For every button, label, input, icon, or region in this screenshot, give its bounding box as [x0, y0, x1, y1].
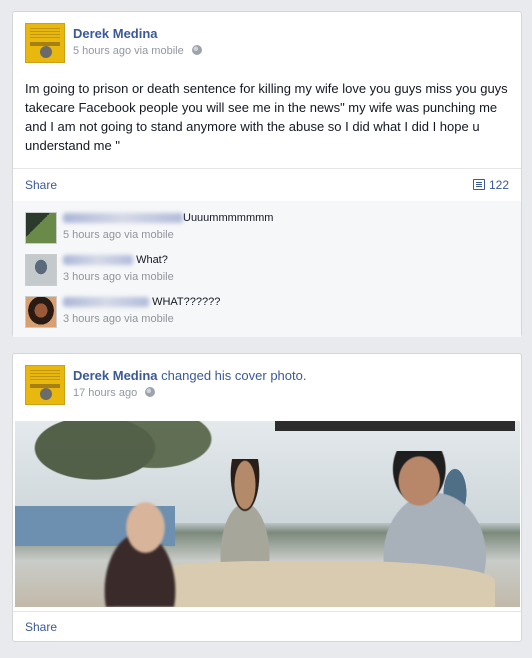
comment-via: via mobile	[124, 229, 174, 241]
comment-text: Uuuummmmmmm	[183, 212, 274, 224]
comment-timestamp[interactable]: 3 hours ago	[63, 313, 121, 325]
action-punct: .	[302, 368, 307, 383]
author-name[interactable]: Derek Medina	[73, 26, 158, 41]
author-avatar[interactable]	[25, 23, 65, 63]
comment-via: via mobile	[124, 271, 174, 283]
commenter-avatar[interactable]	[25, 212, 57, 244]
author-line: Derek Medina changed his cover photo.	[73, 368, 306, 383]
globe-icon[interactable]	[145, 387, 156, 397]
author-name[interactable]: Derek Medina	[73, 368, 158, 383]
commenter-name-blurred[interactable]	[63, 213, 183, 224]
comment-item: WHAT?????? 3 hours ago via mobile	[25, 294, 505, 330]
comment-timestamp[interactable]: 3 hours ago	[63, 271, 121, 283]
commenter-name-blurred[interactable]	[63, 297, 149, 308]
comments-section: Uuuummmmmmm 5 hours ago via mobile What?…	[13, 201, 521, 337]
share-link[interactable]: Share	[25, 620, 57, 634]
comment-count: 122	[488, 178, 509, 192]
comment-text: WHAT??????	[152, 296, 221, 308]
author-line: Derek Medina	[73, 26, 158, 41]
commenter-avatar[interactable]	[25, 254, 57, 286]
divider	[13, 168, 521, 169]
comment-meta: 3 hours ago via mobile	[63, 313, 174, 325]
author-avatar[interactable]	[25, 365, 65, 405]
comment-item: What? 3 hours ago via mobile	[25, 252, 505, 288]
post-header: Derek Medina changed his cover photo. 17…	[25, 365, 505, 407]
action-text: changed his	[161, 368, 232, 383]
comment-timestamp[interactable]: 5 hours ago	[63, 229, 121, 241]
comment-count-link[interactable]: 122	[472, 178, 509, 192]
comment-meta: 3 hours ago via mobile	[63, 271, 174, 283]
status-post: Derek Medina 5 hours ago via mobile Im g…	[12, 11, 522, 337]
commenter-avatar[interactable]	[25, 296, 57, 328]
cover-photo[interactable]	[15, 421, 520, 607]
share-link[interactable]: Share	[25, 178, 57, 192]
post-timestamp[interactable]: 17 hours ago	[73, 387, 137, 399]
post-meta: 17 hours ago	[73, 387, 156, 399]
comment-count-icon	[472, 179, 485, 190]
cover-photo-link[interactable]: cover photo	[235, 368, 303, 383]
post-text: Im going to prison or death sentence for…	[25, 81, 508, 153]
divider	[13, 611, 521, 612]
commenter-name-blurred[interactable]	[63, 255, 133, 266]
comment-via: via mobile	[124, 313, 174, 325]
post-via: via mobile	[134, 45, 184, 57]
comment-text: What?	[136, 254, 168, 266]
comment-item: Uuuummmmmmm 5 hours ago via mobile	[25, 210, 505, 246]
post-timestamp[interactable]: 5 hours ago	[73, 45, 131, 57]
post-header: Derek Medina 5 hours ago via mobile	[25, 23, 505, 65]
globe-icon[interactable]	[191, 45, 202, 55]
cover-photo-post: Derek Medina changed his cover photo. 17…	[12, 353, 522, 642]
post-meta: 5 hours ago via mobile	[73, 45, 202, 57]
comment-meta: 5 hours ago via mobile	[63, 229, 174, 241]
